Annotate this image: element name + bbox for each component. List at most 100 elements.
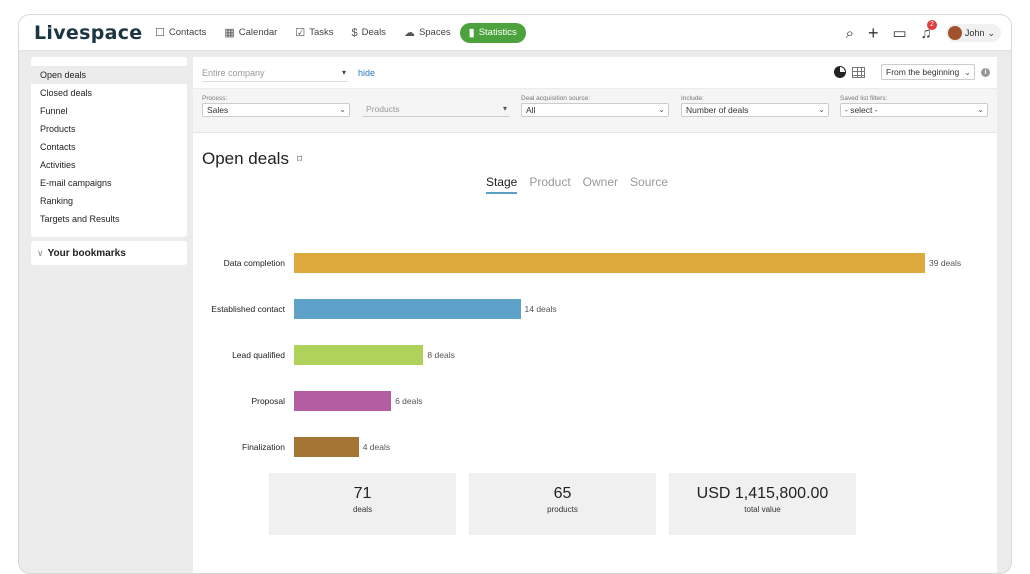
process-value: Sales [207, 105, 229, 115]
saved-filters-select[interactable]: - select - ⌄ [840, 103, 988, 117]
bar-value-label: 6 deals [395, 396, 423, 406]
stat-card-total-value: USD 1,415,800.00 total value [669, 473, 856, 535]
include-filter: Include: Number of deals ⌄ [681, 95, 829, 117]
avatar [947, 26, 962, 40]
chevron-down-icon: ⌄ [977, 105, 984, 114]
nav-item-spaces[interactable]: ☁ Spaces [395, 23, 460, 43]
header-tools: ⌕ + ▭ ♫ 2 John ⌄ [846, 15, 1001, 51]
chevron-down-icon: ⌄ [818, 105, 825, 114]
dollar-icon: $ [351, 26, 358, 39]
notification-badge: 2 [926, 19, 937, 30]
tasks-icon: ☑ [295, 27, 306, 39]
nav-item-calendar[interactable]: ▦ Calendar [215, 23, 286, 43]
source-select[interactable]: All ⌄ [521, 103, 669, 117]
hide-link[interactable]: hide [358, 68, 375, 78]
page-title-row: Open deals ⌑ [202, 149, 302, 169]
company-row: Entire company ▾ hide From the beginning… [193, 57, 997, 89]
products-filter: Products ▾ [362, 95, 510, 117]
chart-tabs: Stage Product Owner Source [175, 175, 979, 194]
stat-value: USD 1,415,800.00 [696, 485, 829, 502]
chevron-down-icon: ∨ [37, 247, 44, 258]
bar-category-label: Finalization [242, 442, 285, 452]
chevron-down-icon: ⌄ [339, 105, 346, 114]
source-filter: Deal acquisition source: All ⌄ [521, 95, 669, 117]
stat-card-products: 65 products [469, 473, 656, 535]
caret-down-icon: ▾ [341, 67, 346, 77]
info-icon[interactable]: i [981, 67, 990, 77]
bar-category-label: Established contact [211, 304, 285, 314]
sidebar-item-products[interactable]: Products [31, 120, 187, 138]
top-navigation-bar: Livespace ☐ Contacts ▦ Calendar ☑ Tasks $ Deals… [19, 15, 1011, 51]
company-select[interactable]: Entire company ▾ [202, 64, 348, 82]
bell-icon[interactable]: ♫ 2 [921, 19, 937, 42]
nav-item-label: Statistics [478, 27, 517, 38]
date-range-select[interactable]: From the beginning ⌄ [881, 64, 975, 80]
sidebar-item-funnel[interactable]: Funnel [31, 102, 187, 120]
company-select-value: Entire company [202, 67, 265, 78]
filters-bar: Process: Sales ⌄ Products ▾ Deal acquisiti… [193, 89, 997, 133]
nav-item-deals[interactable]: $ Deals [343, 23, 395, 43]
add-icon[interactable]: + [868, 23, 879, 44]
chevron-down-icon: ⌄ [963, 67, 971, 77]
sidebar-item-closed-deals[interactable]: Closed deals [31, 84, 187, 102]
nav-item-label: Calendar [238, 27, 278, 38]
user-menu[interactable]: John ⌄ [945, 24, 1001, 42]
nav-item-label: Deals [361, 27, 386, 38]
stat-card-deals: 71 deals [269, 473, 456, 535]
nav-item-statistics[interactable]: ▮ Statistics [459, 22, 526, 43]
bar-established-contact[interactable] [294, 299, 521, 319]
main-panel: Entire company ▾ hide From the beginning… [193, 57, 997, 573]
sidebar: Open deals Closed deals Funnel Products Cont… [31, 57, 187, 237]
bar-lead-qualified[interactable] [294, 345, 424, 365]
user-name: John [964, 28, 985, 38]
process-select[interactable]: Sales ⌄ [202, 103, 350, 117]
table-icon[interactable] [852, 66, 865, 78]
bookmarks-label: Your bookmarks [47, 247, 126, 259]
bar-category-label: Lead qualified [232, 350, 285, 360]
include-select[interactable]: Number of deals ⌄ [681, 103, 829, 117]
pie-chart-icon[interactable] [834, 66, 846, 78]
sidebar-item-ranking[interactable]: Ranking [31, 192, 187, 210]
chevron-down-icon: ⌄ [987, 27, 995, 38]
sidebar-item-e-mail-campaigns[interactable]: E-mail campaigns [31, 174, 187, 192]
page-title: Open deals [202, 149, 289, 168]
nav-item-tasks[interactable]: ☑ Tasks [286, 23, 342, 43]
tab-stage[interactable]: Stage [485, 175, 518, 194]
bar-chart-icon: ▮ [468, 27, 475, 39]
saved-filters-value: - select - [845, 105, 878, 115]
search-icon[interactable]: ⌕ [846, 25, 854, 42]
bar-category-label: Data completion [223, 258, 285, 268]
products-select[interactable]: Products ▾ [362, 103, 510, 117]
bookmarks-toggle[interactable]: ∨ Your bookmarks [31, 241, 187, 265]
saved-filters: Saved list filters: - select - ⌄ [840, 95, 988, 117]
sidebar-item-contacts[interactable]: Contacts [31, 138, 187, 156]
sidebar-item-targets-and-results[interactable]: Targets and Results [31, 210, 187, 228]
bar-value-label: 14 deals [524, 304, 557, 314]
tab-product[interactable]: Product [529, 175, 570, 194]
bar-proposal[interactable] [294, 391, 392, 411]
bar-value-label: 8 deals [427, 350, 455, 360]
bar-value-label: 39 deals [929, 258, 962, 268]
include-label: Include: [681, 95, 704, 102]
nav-item-contacts[interactable]: ☐ Contacts [146, 23, 215, 43]
sidebar-item-activities[interactable]: Activities [31, 156, 187, 174]
app-logo[interactable]: Livespace [34, 22, 144, 44]
tab-source[interactable]: Source [630, 175, 668, 194]
chevron-down-icon: ⌄ [658, 105, 665, 114]
bar-finalization[interactable] [294, 437, 359, 457]
contacts-icon: ☐ [155, 27, 165, 39]
calendar-icon: ▦ [224, 27, 235, 39]
bar-value-label: 4 deals [362, 442, 391, 452]
chat-icon[interactable]: ▭ [892, 24, 906, 42]
stat-caption: deals [352, 505, 373, 514]
include-value: Number of deals [686, 105, 749, 115]
tab-owner[interactable]: Owner [583, 175, 618, 194]
bookmark-pin-icon[interactable]: ⌑ [297, 154, 302, 165]
products-label [362, 95, 510, 103]
app-window: Livespace ☐ Contacts ▦ Calendar ☑ Tasks $ Deals… [18, 14, 1012, 574]
bar-data-completion[interactable] [294, 253, 925, 273]
stat-value: 71 [353, 485, 372, 502]
source-label: Deal acquisition source: [521, 95, 591, 102]
sidebar-item-open-deals[interactable]: Open deals [31, 66, 187, 84]
bar-category-label: Proposal [251, 396, 285, 406]
